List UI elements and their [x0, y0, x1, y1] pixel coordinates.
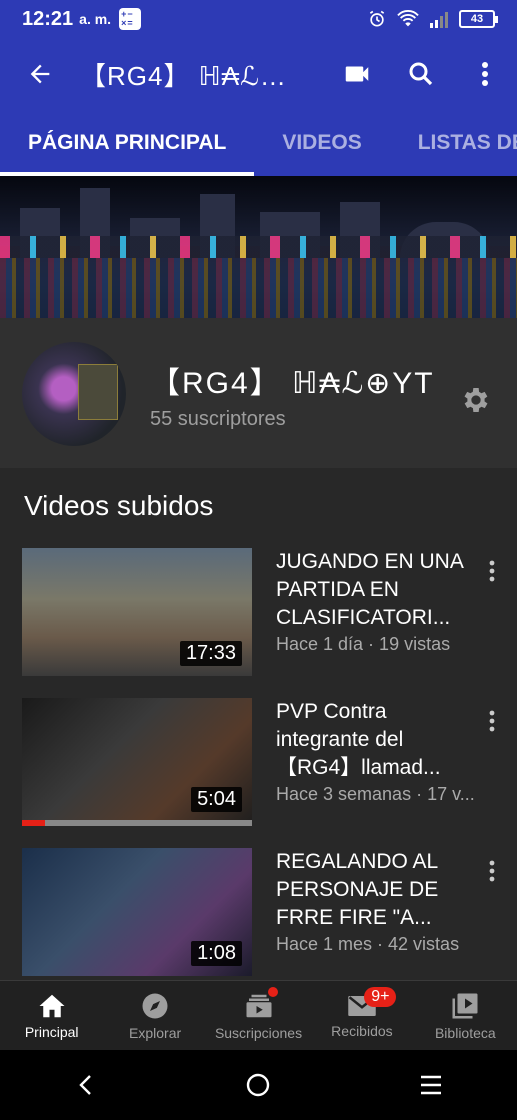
channel-name: 【RG4】 ℍ₳ℒ⊕YT	[150, 367, 435, 400]
nav-explore[interactable]: Explorar	[103, 981, 206, 1050]
more-vert-icon	[489, 860, 495, 882]
more-vert-icon	[489, 560, 495, 582]
gear-icon	[464, 388, 488, 412]
status-time: 12:21	[22, 7, 74, 30]
video-thumbnail[interactable]: 5:04	[22, 698, 252, 826]
video-title[interactable]: JUGANDO EN UNA PARTIDA EN CLASIFICATORI.…	[276, 548, 476, 632]
nav-label: Principal	[24, 1023, 79, 1040]
nav-home[interactable]: Principal	[0, 981, 103, 1050]
video-menu-button[interactable]	[480, 706, 504, 736]
uploaded-videos-heading: Videos subidos	[24, 490, 214, 521]
circle-home-icon	[247, 1073, 270, 1097]
more-options-button[interactable]	[453, 38, 517, 110]
wifi-icon	[397, 10, 419, 27]
library-icon	[452, 993, 478, 1018]
app-title: 【RG4】 ℍ₳ℒ⊕...	[80, 60, 300, 91]
camera-button[interactable]	[325, 38, 389, 110]
search-button[interactable]	[389, 38, 453, 110]
video-meta: Hace 1 mes · 42 vistas	[276, 934, 460, 954]
nav-library[interactable]: Biblioteca	[414, 981, 517, 1050]
battery-icon: 43	[459, 10, 498, 28]
video-meta: Hace 1 día · 19 vistas	[276, 634, 451, 654]
signal-icon	[430, 12, 448, 28]
system-home-button[interactable]	[228, 1055, 288, 1115]
alarm-icon	[369, 10, 385, 27]
notification-count-badge: 9+	[364, 987, 397, 1007]
status-bar: 12:21 a. m. 43	[0, 0, 517, 38]
subscriber-count: 55 suscriptores	[150, 408, 286, 430]
video-thumbnail[interactable]: 17:33	[22, 548, 252, 676]
video-camera-icon	[345, 66, 369, 82]
video-meta: Hace 3 semanas · 17 v...	[276, 784, 475, 804]
video-item[interactable]: 1:08 REGALANDO AL PERSONAJE DE FRRE FIRE…	[0, 848, 517, 980]
nav-label: Biblioteca	[434, 1024, 496, 1041]
video-item[interactable]: 17:33 JUGANDO EN UNA PARTIDA EN CLASIFIC…	[0, 548, 517, 680]
home-icon	[39, 994, 65, 1017]
app-bar: 【RG4】 ℍ₳ℒ⊕...	[0, 38, 517, 110]
video-duration: 17:33	[179, 641, 242, 666]
bottom-navigation: Principal Explorar Suscripciones 9+ Reci…	[0, 980, 517, 1050]
back-button[interactable]	[0, 38, 80, 110]
search-icon	[409, 62, 433, 86]
video-duration: 1:08	[191, 941, 242, 966]
tab-home[interactable]: PÁGINA PRINCIPAL	[0, 110, 255, 176]
nav-label: Suscripciones	[214, 1024, 303, 1041]
video-title[interactable]: PVP Contra integrante del 【RG4】llamad...	[276, 698, 476, 782]
watch-progress-track	[22, 820, 252, 826]
nav-label: Recibidos	[331, 1022, 393, 1039]
new-content-dot	[267, 987, 278, 997]
tab-videos[interactable]: VIDEOS	[254, 110, 389, 176]
video-title[interactable]: REGALANDO AL PERSONAJE DE FRRE FIRE "A..…	[276, 848, 476, 932]
video-menu-button[interactable]	[480, 856, 504, 886]
channel-avatar[interactable]	[22, 342, 126, 446]
system-recents-button[interactable]	[401, 1055, 461, 1115]
channel-tabs: PÁGINA PRINCIPAL VIDEOS LISTAS DE	[0, 110, 517, 176]
more-vert-icon	[482, 62, 488, 86]
channel-banner	[0, 176, 517, 318]
system-navigation-bar	[0, 1050, 517, 1120]
chevron-left-icon	[79, 1075, 92, 1095]
video-item[interactable]: 5:04 PVP Contra integrante del 【RG4】llam…	[0, 698, 517, 830]
nav-label: Explorar	[129, 1024, 182, 1041]
nav-subscriptions[interactable]: Suscripciones	[207, 981, 310, 1050]
watch-progress-bar	[22, 820, 45, 826]
video-duration: 5:04	[191, 787, 242, 812]
compass-icon	[142, 993, 168, 1018]
calculator-icon	[119, 8, 142, 30]
status-ampm: a. m.	[79, 11, 112, 27]
channel-header: 【RG4】 ℍ₳ℒ⊕YT 55 suscriptores	[0, 318, 517, 468]
video-menu-button[interactable]	[480, 556, 504, 586]
system-back-button[interactable]	[56, 1055, 116, 1115]
more-vert-icon	[489, 710, 495, 732]
video-thumbnail[interactable]: 1:08	[22, 848, 252, 976]
tab-playlists[interactable]: LISTAS DE	[390, 110, 517, 176]
settings-button[interactable]	[456, 380, 496, 420]
nav-inbox[interactable]: 9+ Recibidos	[310, 981, 413, 1050]
menu-lines-icon	[420, 1075, 441, 1095]
back-arrow-icon	[30, 64, 50, 84]
